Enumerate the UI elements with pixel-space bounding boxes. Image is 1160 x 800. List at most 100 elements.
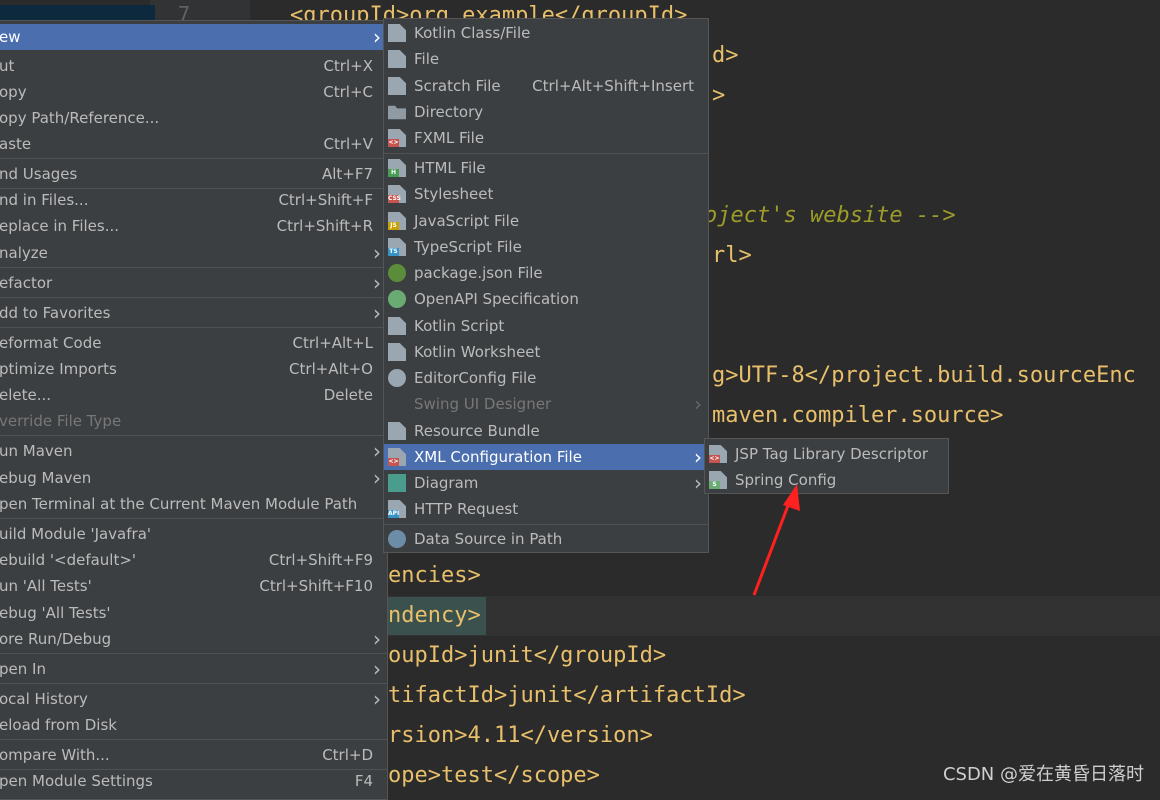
context-menu-item[interactable]: dd to Favorites ›	[0, 300, 387, 326]
menu-item-label: Kotlin Class/File	[414, 24, 531, 42]
menu-item-label: OpenAPI Specification	[414, 290, 579, 308]
icon-badge: TS	[388, 248, 399, 256]
new-submenu-item[interactable]: <> FXML File	[384, 125, 708, 151]
icon-badge: <>	[388, 458, 399, 466]
new-submenu-item[interactable]: Scratch File Ctrl+Alt+Shift+Insert	[384, 73, 708, 99]
new-submenu-item[interactable]: <> XML Configuration File ›	[384, 444, 708, 470]
scratch-file-icon	[388, 77, 406, 95]
context-menu-item[interactable]: pen Module Settings F4	[0, 768, 387, 794]
menu-item-label: pen Terminal at the Current Maven Module…	[0, 495, 358, 513]
code-line: rsion>4.11</version>	[388, 723, 653, 748]
new-submenu-item[interactable]: OpenAPI Specification	[384, 286, 708, 312]
xml-submenu-item[interactable]: S Spring Config	[705, 467, 948, 493]
menu-item-label: verride File Type	[0, 412, 122, 430]
context-menu-item[interactable]: ore Run/Debug ›	[0, 626, 387, 652]
menu-separator	[0, 653, 387, 654]
menu-item-label: ebug 'All Tests'	[0, 604, 111, 622]
context-menu-item[interactable]: opy Path/Reference...	[0, 105, 387, 131]
context-menu-item[interactable]: ut Ctrl+X	[0, 53, 387, 79]
menu-item-shortcut: Ctrl+Alt+O	[289, 360, 373, 378]
context-menu-item[interactable]: ebug Maven ›	[0, 465, 387, 491]
gear-icon	[388, 369, 406, 387]
code-line: maven.compiler.source>	[712, 403, 1004, 428]
context-menu-item[interactable]: eformat Code Ctrl+Alt+L	[0, 330, 387, 356]
menu-item-label: eload from Disk	[0, 716, 117, 734]
context-menu-item[interactable]: uild Module 'Javafra'	[0, 521, 387, 547]
menu-separator	[0, 739, 387, 740]
new-submenu-item[interactable]: API HTTP Request	[384, 496, 708, 522]
context-menu-item[interactable]: efactor ›	[0, 270, 387, 296]
new-submenu-item[interactable]: Directory	[384, 99, 708, 125]
code-line: >	[712, 83, 726, 108]
context-menu-item[interactable]: nd Usages Alt+F7	[0, 161, 387, 187]
new-submenu-item[interactable]: Kotlin Class/File	[384, 20, 708, 46]
new-submenu-item[interactable]: CSS Stylesheet	[384, 181, 708, 207]
context-menu-item[interactable]: ompare With... Ctrl+D	[0, 742, 387, 768]
context-menu-item[interactable]: ocal History ›	[0, 686, 387, 712]
xml-submenu-item[interactable]: <> JSP Tag Library Descriptor	[705, 441, 948, 467]
menu-item-label: JavaScript File	[414, 212, 520, 230]
new-submenu-item[interactable]: TS TypeScript File	[384, 234, 708, 260]
spring-config-icon: S	[709, 471, 727, 489]
context-menu-item[interactable]: pen In ›	[0, 656, 387, 682]
context-menu-item[interactable]: ew ›	[0, 24, 387, 50]
new-submenu-item[interactable]: EditorConfig File	[384, 365, 708, 391]
menu-item-label: un Maven	[0, 442, 73, 460]
menu-separator	[384, 524, 708, 525]
new-submenu-item[interactable]: Data Source in Path	[384, 526, 708, 552]
context-menu-item[interactable]: opy Ctrl+C	[0, 79, 387, 105]
menu-item-shortcut: Ctrl+X	[323, 57, 373, 75]
menu-item-label: nd in Files...	[0, 191, 89, 209]
new-submenu-item[interactable]: File	[384, 46, 708, 72]
context-menu: ew › ut Ctrl+X opy Ctrl+C opy Path/Reference..…	[0, 20, 388, 800]
chevron-right-icon: ›	[373, 241, 381, 265]
new-submenu-item[interactable]: JS JavaScript File	[384, 208, 708, 234]
folder-icon	[388, 105, 406, 120]
code-line: encies>	[388, 563, 481, 588]
new-submenu-item[interactable]: Resource Bundle	[384, 418, 708, 444]
context-menu-item[interactable]: ebug 'All Tests'	[0, 600, 387, 626]
fxml-file-icon: <>	[388, 129, 406, 147]
context-menu-item[interactable]: eplace in Files... Ctrl+Shift+R	[0, 213, 387, 239]
code-line: ope>test</scope>	[388, 763, 600, 788]
menu-item-label: eplace in Files...	[0, 217, 120, 235]
new-submenu-item[interactable]: Diagram ›	[384, 470, 708, 496]
menu-item-label: ew	[0, 28, 21, 46]
menu-item-label: HTML File	[414, 159, 486, 177]
menu-item-shortcut: Ctrl+Shift+F10	[259, 577, 373, 595]
menu-separator	[0, 435, 387, 436]
context-menu-item[interactable]: nalyze ›	[0, 240, 387, 266]
menu-item-label: Swing UI Designer	[414, 395, 552, 413]
css-file-icon: CSS	[388, 185, 406, 203]
project-tree-selection	[0, 5, 155, 21]
icon-badge: H	[388, 169, 399, 177]
menu-item-label: HTTP Request	[414, 500, 519, 518]
context-menu-item[interactable]: elete... Delete	[0, 382, 387, 408]
menu-item-label: efactor	[0, 274, 53, 292]
chevron-right-icon: ›	[373, 439, 381, 463]
chevron-right-icon: ›	[373, 657, 381, 681]
chevron-right-icon: ›	[373, 687, 381, 711]
context-menu-item[interactable]: nd in Files... Ctrl+Shift+F	[0, 187, 387, 213]
new-submenu-item[interactable]: package.json File	[384, 260, 708, 286]
menu-item-label: TypeScript File	[414, 238, 522, 256]
icon-badge: JS	[388, 222, 399, 230]
new-submenu-item[interactable]: Kotlin Script	[384, 313, 708, 339]
menu-item-label: elete...	[0, 386, 52, 404]
context-menu-item[interactable]: un 'All Tests' Ctrl+Shift+F10	[0, 573, 387, 599]
context-menu-item[interactable]: pen Terminal at the Current Maven Module…	[0, 491, 387, 517]
nodejs-icon	[388, 264, 406, 282]
context-menu-item[interactable]: ptimize Imports Ctrl+Alt+O	[0, 356, 387, 382]
context-menu-item[interactable]: aste Ctrl+V	[0, 131, 387, 157]
caret-row-highlight	[388, 596, 1160, 636]
menu-item-label: un 'All Tests'	[0, 577, 92, 595]
new-submenu-item[interactable]: H HTML File	[384, 155, 708, 181]
context-menu-item[interactable]: eload from Disk	[0, 712, 387, 738]
ts-file-icon: TS	[388, 238, 406, 256]
kotlin-file-icon	[388, 24, 406, 42]
context-menu-item[interactable]: ebuild '<default>' Ctrl+Shift+F9	[0, 547, 387, 573]
context-menu-item[interactable]: un Maven ›	[0, 438, 387, 464]
menu-item-label: FXML File	[414, 129, 485, 147]
new-submenu-item[interactable]: Kotlin Worksheet	[384, 339, 708, 365]
new-submenu: Kotlin Class/File File Scratch File Ctrl+Al…	[383, 18, 709, 553]
